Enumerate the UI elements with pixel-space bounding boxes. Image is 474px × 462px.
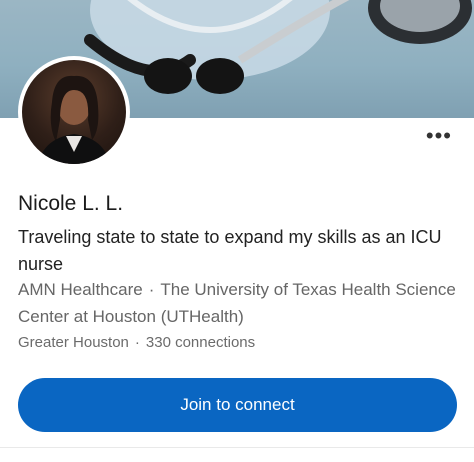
profile-name: Nicole L. L. bbox=[18, 192, 124, 215]
ellipsis-icon: ••• bbox=[425, 123, 452, 148]
profile-photo[interactable] bbox=[18, 56, 130, 168]
experience-education: AMN Healthcare · The University of Texas H… bbox=[18, 276, 458, 330]
join-to-connect-button[interactable]: Join to connect bbox=[18, 378, 457, 432]
avatar bbox=[22, 60, 126, 164]
profile-headline: Traveling state to state to expand my sk… bbox=[18, 227, 442, 274]
separator-dot: · bbox=[134, 334, 140, 351]
company-link[interactable]: AMN Healthcare bbox=[18, 280, 143, 299]
location: Greater Houston bbox=[18, 334, 129, 351]
connections-count: 330 connections bbox=[145, 334, 256, 351]
divider bbox=[0, 447, 474, 448]
separator-dot: · bbox=[148, 280, 155, 299]
more-options-button[interactable]: ••• bbox=[425, 123, 452, 148]
profile-meta: Greater Houston · 330 connections bbox=[18, 334, 255, 351]
